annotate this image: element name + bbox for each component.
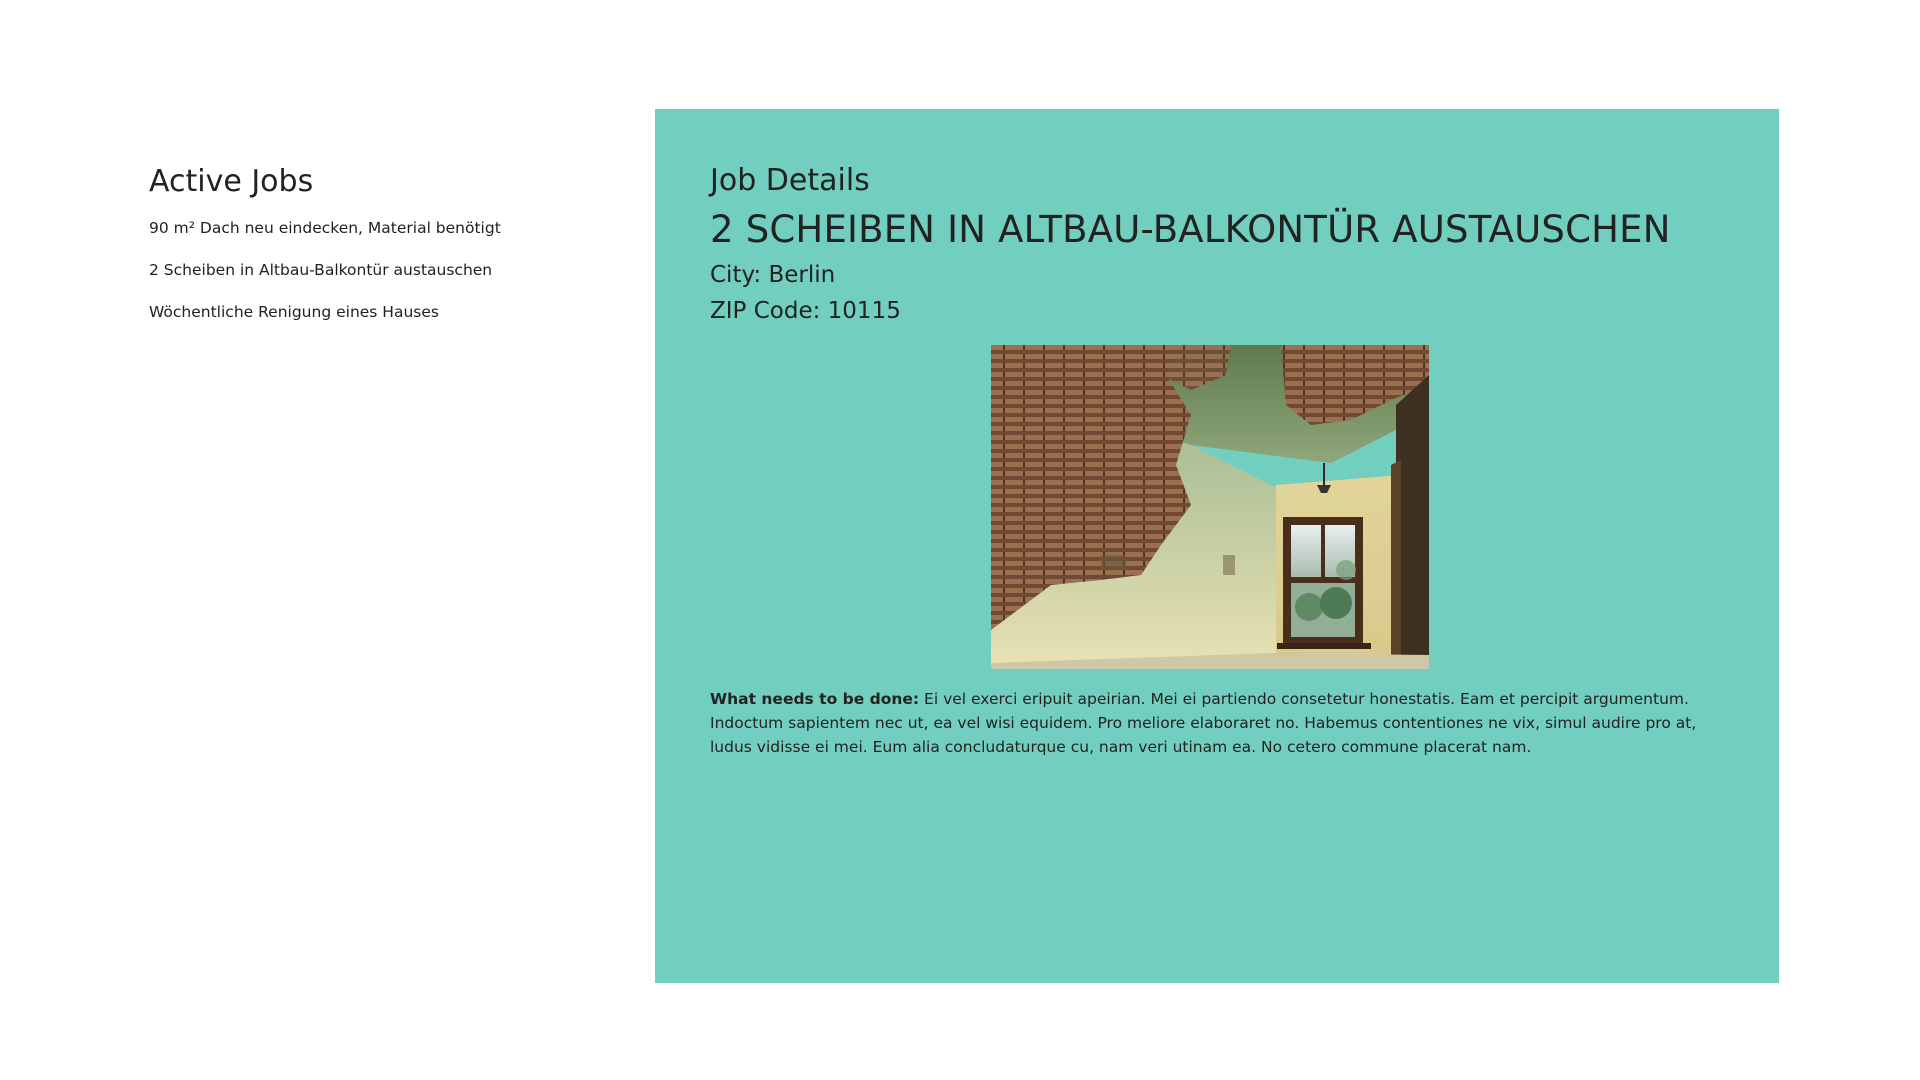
job-photo bbox=[991, 345, 1429, 669]
active-jobs-title: Active Jobs bbox=[149, 164, 314, 199]
job-link-balcony-door[interactable]: 2 Scheiben in Altbau-Balkontür austausch… bbox=[149, 260, 629, 280]
job-details-heading: Job Details bbox=[710, 163, 870, 198]
job-photo-container bbox=[710, 345, 1710, 669]
jobs-list: 90 m² Dach neu eindecken, Material benöt… bbox=[149, 218, 629, 322]
job-details-content: Job Details 2 SCHEIBEN IN ALTBAU-BALKONT… bbox=[710, 161, 1710, 759]
description-label: What needs to be done: bbox=[710, 690, 920, 708]
job-city: City: Berlin bbox=[710, 262, 836, 288]
list-item: 90 m² Dach neu eindecken, Material benöt… bbox=[149, 218, 629, 238]
job-link-cleaning[interactable]: Wöchentliche Renigung eines Hauses bbox=[149, 302, 629, 322]
list-item: Wöchentliche Renigung eines Hauses bbox=[149, 302, 629, 322]
job-title: 2 SCHEIBEN IN ALTBAU-BALKONTÜR AUSTAUSCH… bbox=[710, 208, 1671, 251]
job-link-roof[interactable]: 90 m² Dach neu eindecken, Material benöt… bbox=[149, 218, 629, 238]
job-details-panel: Job Details 2 SCHEIBEN IN ALTBAU-BALKONT… bbox=[655, 109, 1779, 983]
list-item: 2 Scheiben in Altbau-Balkontür austausch… bbox=[149, 260, 629, 280]
active-jobs-panel: Active Jobs 90 m² Dach neu eindecken, Ma… bbox=[149, 160, 629, 344]
job-description: What needs to be done: Ei vel exerci eri… bbox=[710, 687, 1710, 759]
job-zip-code: ZIP Code: 10115 bbox=[710, 298, 901, 324]
